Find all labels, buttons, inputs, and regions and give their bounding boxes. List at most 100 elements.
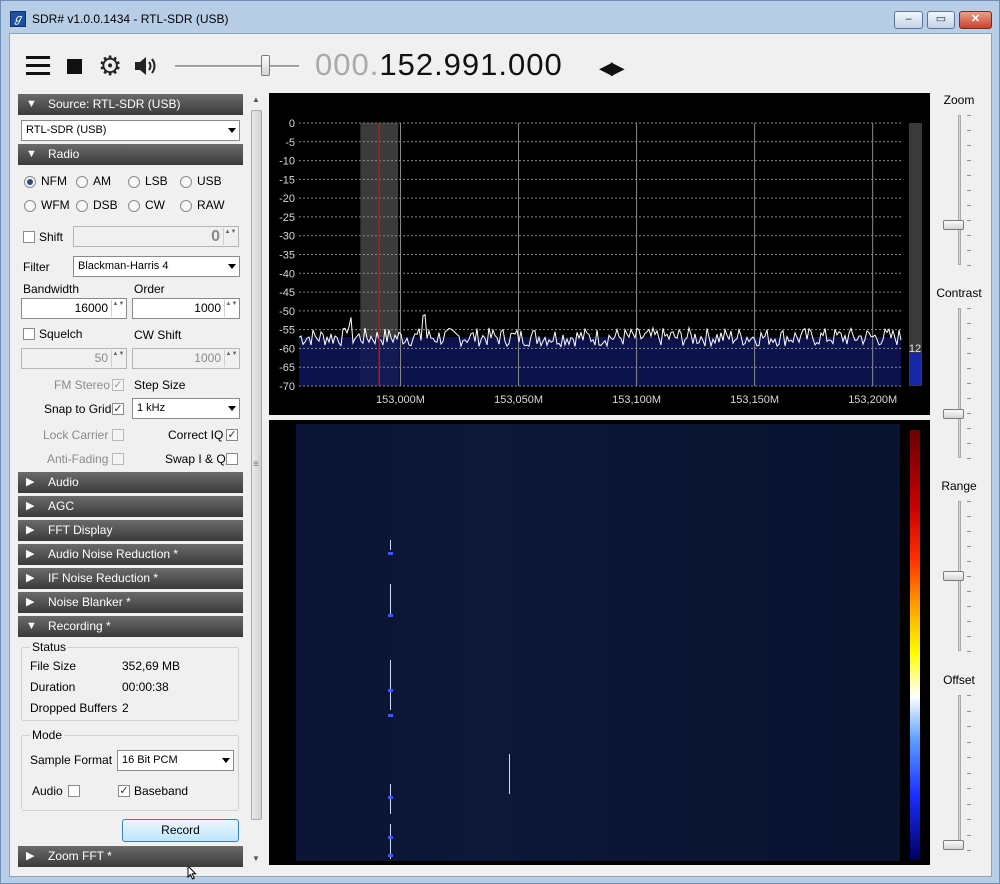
scroll-up-icon[interactable]: ▲: [252, 95, 260, 104]
correct-iq-label: Correct IQ: [168, 428, 224, 442]
mode-label-nfm[interactable]: NFM: [41, 174, 67, 188]
audio-record-checkbox[interactable]: [68, 785, 80, 797]
gear-icon[interactable]: ⚙: [98, 52, 122, 80]
panel-header-fft-display[interactable]: ▶ FFT Display: [18, 520, 243, 541]
order-field[interactable]: 1000 ▲▼: [132, 298, 240, 319]
mode-label-cw[interactable]: CW: [145, 198, 165, 212]
menu-icon[interactable]: [26, 56, 50, 76]
expand-arrow-icon: ▶: [26, 524, 35, 536]
fm-stereo-checkbox[interactable]: ✓: [112, 379, 124, 391]
y-tick-label: -40: [279, 268, 295, 280]
order-spinner[interactable]: ▲▼: [224, 300, 238, 317]
maximize-button[interactable]: ▭: [927, 11, 955, 29]
close-button[interactable]: ✕: [959, 11, 992, 29]
cw-shift-spinner[interactable]: ▲▼: [224, 350, 238, 367]
offset-slider-thumb[interactable]: [943, 840, 964, 850]
squelch-spinner[interactable]: ▲▼: [111, 350, 125, 367]
expand-arrow-icon: ▶: [26, 548, 35, 560]
frequency-leading-digits[interactable]: 000.: [315, 47, 379, 82]
slider-tick: [967, 606, 971, 607]
mode-label-lsb[interactable]: LSB: [145, 174, 168, 188]
title-bar[interactable]: ℊ SDR# v1.0.0.1434 - RTL-SDR (USB) – ▭ ✕: [1, 1, 999, 33]
zoom-slider-thumb[interactable]: [943, 220, 964, 230]
mode-radio-raw[interactable]: [180, 200, 192, 212]
slider-tick: [967, 726, 971, 727]
mode-radio-nfm[interactable]: [24, 176, 36, 188]
contrast-slider-track[interactable]: [958, 308, 961, 458]
mode-radio-am[interactable]: [76, 176, 88, 188]
duration-value: 00:00:38: [122, 680, 169, 694]
mode-radio-lsb[interactable]: [128, 176, 140, 188]
spectrum-analyzer[interactable]: 0 -5 -10 -15 -20 -25 -30 -35 -40 -45 -50 -55 -60 -65 -…: [269, 93, 930, 415]
offset-label: Offset: [943, 673, 975, 687]
frequency-digits[interactable]: 152.991.000: [379, 47, 562, 82]
toolbar: ⚙ 000.152.991.000 ◀▶: [10, 34, 991, 92]
volume-slider-thumb[interactable]: [261, 55, 270, 76]
snap-to-grid-checkbox[interactable]: ✓: [112, 403, 124, 415]
lock-carrier-checkbox[interactable]: [112, 429, 124, 441]
anti-fading-checkbox[interactable]: [112, 453, 124, 465]
correct-iq-checkbox[interactable]: ✓: [226, 429, 238, 441]
recording-panel-title: Recording *: [48, 619, 111, 633]
zoom-slider-track[interactable]: [958, 115, 961, 265]
mode-radio-usb[interactable]: [180, 176, 192, 188]
sample-format-select[interactable]: 16 Bit PCM: [117, 750, 234, 771]
source-device-select[interactable]: RTL-SDR (USB): [21, 120, 240, 141]
splitter-grip-icon[interactable]: ≡: [253, 459, 259, 470]
mode-label-raw[interactable]: RAW: [197, 198, 225, 212]
panel-header-audio-noise-reduction[interactable]: ▶ Audio Noise Reduction *: [18, 544, 243, 565]
cw-shift-field[interactable]: 1000 ▲▼: [132, 348, 240, 369]
swap-iq-checkbox[interactable]: [226, 453, 238, 465]
radio-panel-header[interactable]: ▼ Radio: [18, 144, 243, 165]
mode-radio-wfm[interactable]: [24, 200, 36, 212]
contrast-slider-thumb[interactable]: [943, 408, 964, 419]
bandwidth-spinner[interactable]: ▲▼: [111, 300, 125, 317]
shift-value-field[interactable]: 0 ▲▼: [73, 226, 239, 247]
frequency-display[interactable]: 000.152.991.000: [315, 47, 563, 83]
scroll-down-icon[interactable]: ▼: [252, 854, 260, 863]
mode-label-am[interactable]: AM: [93, 174, 111, 188]
waterfall-canvas[interactable]: [296, 424, 900, 861]
bandwidth-field[interactable]: 16000 ▲▼: [21, 298, 127, 319]
panel-header-audio[interactable]: ▶ Audio: [18, 472, 243, 493]
tuning-arrows-icon[interactable]: ◀▶: [599, 58, 625, 79]
slider-tick: [967, 115, 971, 116]
baseband-label: Baseband: [134, 784, 189, 798]
minimize-button[interactable]: –: [894, 11, 923, 29]
mode-radio-dsb[interactable]: [76, 200, 88, 212]
zoom-slider-group: Zoom: [935, 93, 991, 283]
recording-panel-header[interactable]: ▼ Recording *: [18, 616, 243, 637]
speaker-icon[interactable]: [133, 54, 159, 78]
contrast-label: Contrast: [936, 286, 982, 300]
left-panel-scrollbar[interactable]: ▲ ▼: [248, 92, 265, 866]
step-size-select[interactable]: 1 kHz: [132, 398, 240, 419]
stop-icon[interactable]: [67, 59, 82, 74]
zoom-fft-panel-header[interactable]: ▶ Zoom FFT *: [18, 846, 243, 867]
mode-label-wfm[interactable]: WFM: [41, 198, 70, 212]
spectrum-chart[interactable]: 0 -5 -10 -15 -20 -25 -30 -35 -40 -45 -50 -55 -60 -65 -…: [269, 93, 930, 415]
offset-slider-track[interactable]: [958, 695, 961, 850]
mode-radio-cw[interactable]: [128, 200, 140, 212]
squelch-field[interactable]: 50 ▲▼: [21, 348, 127, 369]
shift-spinner[interactable]: ▲▼: [223, 228, 237, 245]
waterfall-display[interactable]: [269, 420, 930, 865]
filter-select[interactable]: Blackman-Harris 4: [73, 256, 240, 277]
record-button[interactable]: Record: [122, 819, 239, 842]
panel-header-if-noise-reduction[interactable]: ▶ IF Noise Reduction *: [18, 568, 243, 589]
baseband-checkbox[interactable]: ✓: [118, 785, 130, 797]
mode-label-usb[interactable]: USB: [197, 174, 222, 188]
panel-header-agc[interactable]: ▶ AGC: [18, 496, 243, 517]
shift-checkbox[interactable]: [23, 231, 35, 243]
range-slider-thumb[interactable]: [943, 571, 964, 581]
panel-header-noise-blanker[interactable]: ▶ Noise Blanker *: [18, 592, 243, 613]
volume-slider-track: [175, 65, 299, 68]
volume-slider[interactable]: [175, 54, 301, 80]
mode-label-dsb[interactable]: DSB: [93, 198, 118, 212]
app-window: ℊ SDR# v1.0.0.1434 - RTL-SDR (USB) – ▭ ✕…: [0, 0, 1000, 884]
y-tick-label: -30: [279, 231, 295, 243]
source-panel-header[interactable]: ▼ Source: RTL-SDR (USB): [18, 94, 243, 115]
slider-tick: [967, 458, 971, 459]
file-size-value: 352,69 MB: [122, 659, 181, 673]
waterfall-signal-blob: [388, 614, 394, 617]
squelch-checkbox[interactable]: [23, 328, 35, 340]
